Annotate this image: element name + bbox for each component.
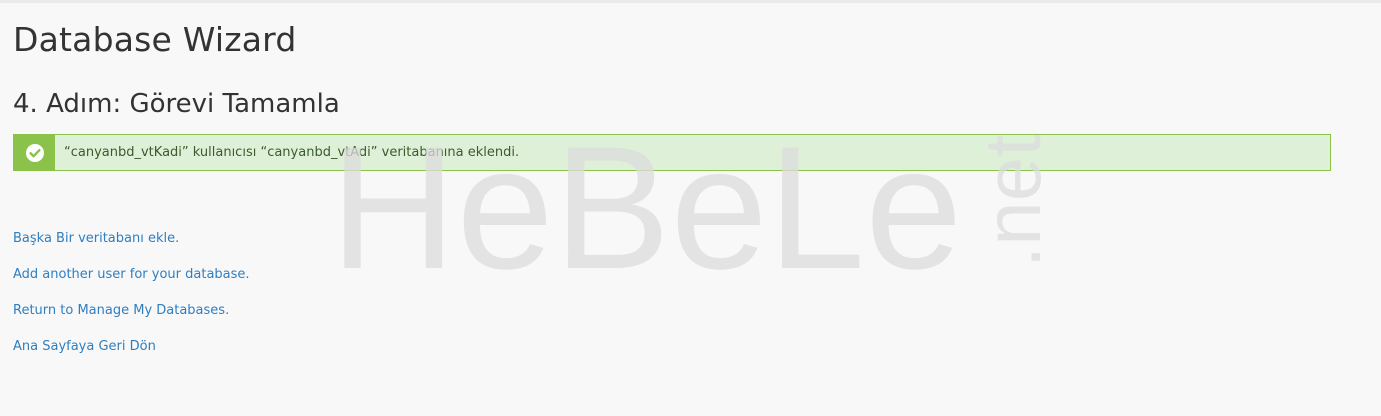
home-link[interactable]: Ana Sayfaya Geri Dön: [13, 337, 250, 357]
manage-databases-link[interactable]: Return to Manage My Databases.: [13, 301, 250, 321]
action-links: Başka Bir veritabanı ekle. Add another u…: [13, 229, 250, 373]
alert-icon-box: [14, 135, 55, 170]
add-another-database-link[interactable]: Başka Bir veritabanı ekle.: [13, 229, 250, 249]
step-title: 4. Adım: Görevi Tamamla: [13, 89, 340, 119]
check-circle-icon: [25, 143, 44, 162]
alert-message: “canyanbd_vtKadi” kullanıcısı “canyanbd_…: [64, 145, 520, 160]
add-user-to-database-link[interactable]: Add another user for your database.: [13, 265, 250, 285]
success-alert: “canyanbd_vtKadi” kullanıcısı “canyanbd_…: [13, 134, 1331, 171]
page-title: Database Wizard: [13, 20, 297, 59]
top-divider: [0, 0, 1381, 3]
